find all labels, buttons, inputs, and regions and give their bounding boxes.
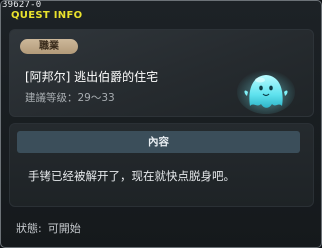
quest-recommended-level: 建議等级：29～33 [25, 92, 115, 104]
window-title: QUEST INFO [11, 10, 83, 21]
quest-content-panel: 內容 手铐已经被解开了，现在就快点脱身吧。 [9, 123, 314, 207]
quest-status: 狀態: 可開始 [16, 220, 87, 236]
quest-name: [阿邦尔] 逃出伯爵的住宅 [25, 70, 159, 84]
quest-summary-panel: 職業 [阿邦尔] 逃出伯爵的住宅 建議等级：29～33 [9, 29, 314, 117]
quest-id-tag: 39627-0 [2, 0, 42, 10]
status-value: 可開始 [47, 222, 81, 235]
content-header: 內容 [17, 131, 300, 153]
status-label: 狀態: [16, 222, 42, 235]
content-text: 手铐已经被解开了，现在就快点脱身吧。 [28, 169, 235, 183]
ghost-slime-icon [236, 66, 296, 114]
job-badge: 職業 [20, 39, 78, 54]
quest-info-window: 39627-0 QUEST INFO 職業 [阿邦尔] 逃出伯爵的住宅 建議等级… [0, 0, 322, 248]
